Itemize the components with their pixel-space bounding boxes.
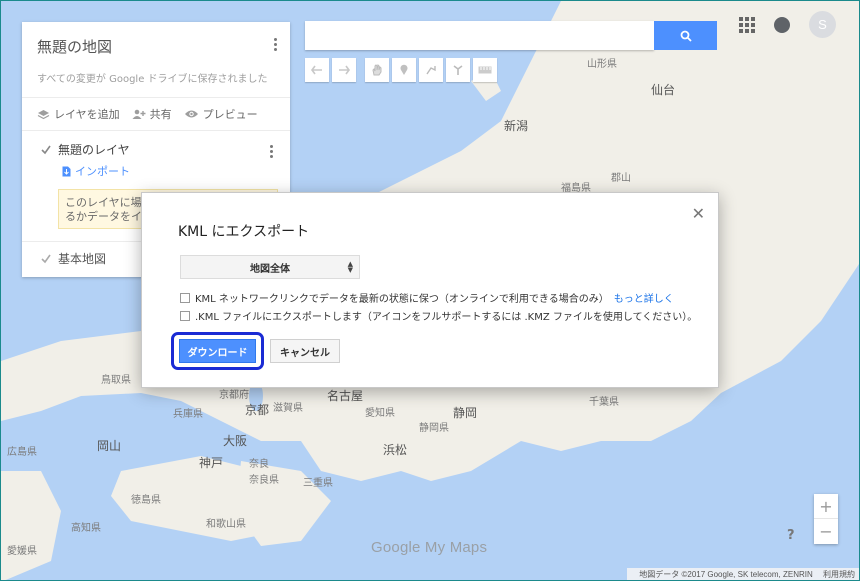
- kml-export-text: .KML ファイルにエクスポートします（アイコンをフルサポートするには .KMZ…: [195, 312, 698, 323]
- preview-label: プレビュー: [202, 108, 258, 121]
- dialog-title: KML にエクスポート: [178, 224, 310, 240]
- zoom-in-button[interactable]: +: [814, 494, 838, 519]
- ruler-icon: [478, 66, 492, 74]
- measure-button[interactable]: [473, 58, 497, 82]
- add-layer-button[interactable]: レイヤを追加: [37, 106, 120, 122]
- map-label-niigata: 新潟: [504, 119, 529, 133]
- zoom-out-button[interactable]: −: [814, 519, 838, 544]
- search-button[interactable]: [654, 21, 717, 50]
- pan-hand-button[interactable]: [365, 58, 389, 82]
- map-title[interactable]: 無題の地図: [37, 36, 275, 57]
- redo-icon: [339, 65, 350, 75]
- help-icon[interactable]: ?: [787, 528, 795, 543]
- map-label-shizuoka: 静岡: [453, 406, 478, 420]
- share-label: 共有: [149, 108, 172, 121]
- search-icon: [680, 30, 692, 42]
- map-data-attribution: 地図データ ©2017 Google, SK telecom, ZENRIN: [639, 570, 813, 579]
- layer-row: 無題のレイヤ: [40, 141, 275, 158]
- avatar[interactable]: S: [809, 11, 836, 38]
- panel-header: 無題の地図 すべての変更が Google ドライブに保存されました: [22, 22, 290, 97]
- export-scope-select[interactable]: 地図全体 ▲ ▼: [180, 255, 360, 279]
- import-link[interactable]: インポート: [62, 163, 275, 179]
- apps-grid-icon[interactable]: [739, 16, 755, 33]
- map-label-nara-city: 奈良: [249, 459, 269, 470]
- add-person-icon: [132, 109, 146, 119]
- kml-export-option: .KML ファイルにエクスポートします（アイコンをフルサポートするには .KMZ…: [180, 308, 697, 323]
- network-link-option: KML ネットワークリンクでデータを最新の状態に保つ（オンラインで利用できる場合…: [180, 290, 674, 305]
- map-label-osaka: 大阪: [223, 434, 248, 448]
- draw-line-button[interactable]: [419, 58, 443, 82]
- map-label-kyoto: 京都: [245, 403, 270, 417]
- map-label-aichi: 愛知県: [365, 408, 395, 419]
- map-label-hiroshima: 広島県: [7, 447, 37, 458]
- preview-button[interactable]: プレビュー: [184, 106, 258, 122]
- save-status: すべての変更が Google ドライブに保存されました: [37, 74, 268, 85]
- file-import-icon: [62, 166, 71, 176]
- cancel-button[interactable]: キャンセル: [270, 339, 340, 363]
- map-label-hyogo: 兵庫県: [173, 409, 203, 420]
- map-label-mie: 三重県: [303, 478, 333, 489]
- hand-icon: [372, 64, 382, 76]
- map-label-kyoto-pref: 京都府: [219, 390, 249, 401]
- map-label-tottori: 鳥取県: [101, 375, 131, 386]
- undo-button[interactable]: [305, 58, 329, 82]
- draw-line-icon: [426, 66, 436, 75]
- network-link-checkbox[interactable]: [180, 292, 190, 303]
- map-label-hamamatsu: 浜松: [383, 443, 408, 457]
- eye-icon: [184, 110, 198, 118]
- map-label-koriyama: 郡山: [611, 173, 631, 184]
- account-bar: S: [739, 11, 836, 38]
- close-icon[interactable]: ✕: [692, 204, 705, 223]
- map-label-chiba: 千葉県: [589, 397, 619, 408]
- layer-options-icon[interactable]: [270, 145, 274, 158]
- network-link-text: KML ネットワークリンクでデータを最新の状態に保つ（オンラインで利用できる場合…: [195, 294, 609, 305]
- notifications-icon[interactable]: [774, 16, 790, 33]
- learn-more-link[interactable]: もっと詳しく: [614, 290, 674, 305]
- base-map-label: 基本地図: [58, 252, 107, 266]
- map-label-shiga: 滋賀県: [273, 403, 303, 414]
- map-label-kobe: 神戸: [199, 456, 224, 470]
- map-label-nara-pref: 奈良県: [249, 475, 279, 486]
- drawing-toolbar: [305, 58, 497, 82]
- share-button[interactable]: 共有: [132, 106, 172, 122]
- zoom-control: + −: [814, 494, 838, 544]
- directions-button[interactable]: [446, 58, 470, 82]
- map-label-nagoya: 名古屋: [327, 389, 364, 403]
- map-label-wakayama: 和歌山県: [206, 519, 246, 530]
- layers-icon: [37, 109, 50, 119]
- redo-button[interactable]: [332, 58, 356, 82]
- map-label-tokushima: 徳島県: [131, 495, 161, 506]
- directions-icon: [453, 65, 463, 75]
- map-options-icon[interactable]: [274, 38, 278, 51]
- add-marker-button[interactable]: [392, 58, 416, 82]
- map-label-ehime: 愛媛県: [7, 546, 37, 557]
- undo-icon: [311, 65, 322, 75]
- terms-link[interactable]: 利用規約: [823, 570, 855, 579]
- panel-actions: レイヤを追加 共有 プレビュー: [22, 97, 290, 131]
- import-label: インポート: [75, 165, 130, 178]
- export-scope-value: 地図全体: [250, 263, 290, 275]
- map-footer: 地図データ ©2017 Google, SK telecom, ZENRIN 利…: [627, 568, 859, 580]
- kml-export-checkbox[interactable]: [180, 310, 190, 321]
- add-layer-label: レイヤを追加: [54, 108, 120, 121]
- layer-visibility-checkbox[interactable]: [40, 144, 52, 156]
- marker-icon: [400, 64, 408, 75]
- map-label-sendai: 仙台: [651, 83, 676, 97]
- map-label-shizuoka-pref: 静岡県: [419, 423, 449, 434]
- layer-name[interactable]: 無題のレイヤ: [58, 141, 130, 158]
- select-arrows-icon: ▲ ▼: [347, 260, 353, 274]
- map-label-kochi: 高知県: [71, 523, 101, 534]
- base-map-checkbox[interactable]: [40, 253, 52, 265]
- search-input[interactable]: [305, 21, 654, 50]
- google-my-maps-watermark: Google My Maps: [371, 539, 488, 556]
- map-label-yamagata: 山形県: [587, 59, 617, 70]
- map-label-okayama: 岡山: [97, 439, 122, 453]
- kml-export-dialog: ✕ KML にエクスポート 地図全体 ▲ ▼ KML ネットワークリンクでデータを…: [141, 192, 719, 388]
- download-button[interactable]: ダウンロード: [179, 339, 256, 363]
